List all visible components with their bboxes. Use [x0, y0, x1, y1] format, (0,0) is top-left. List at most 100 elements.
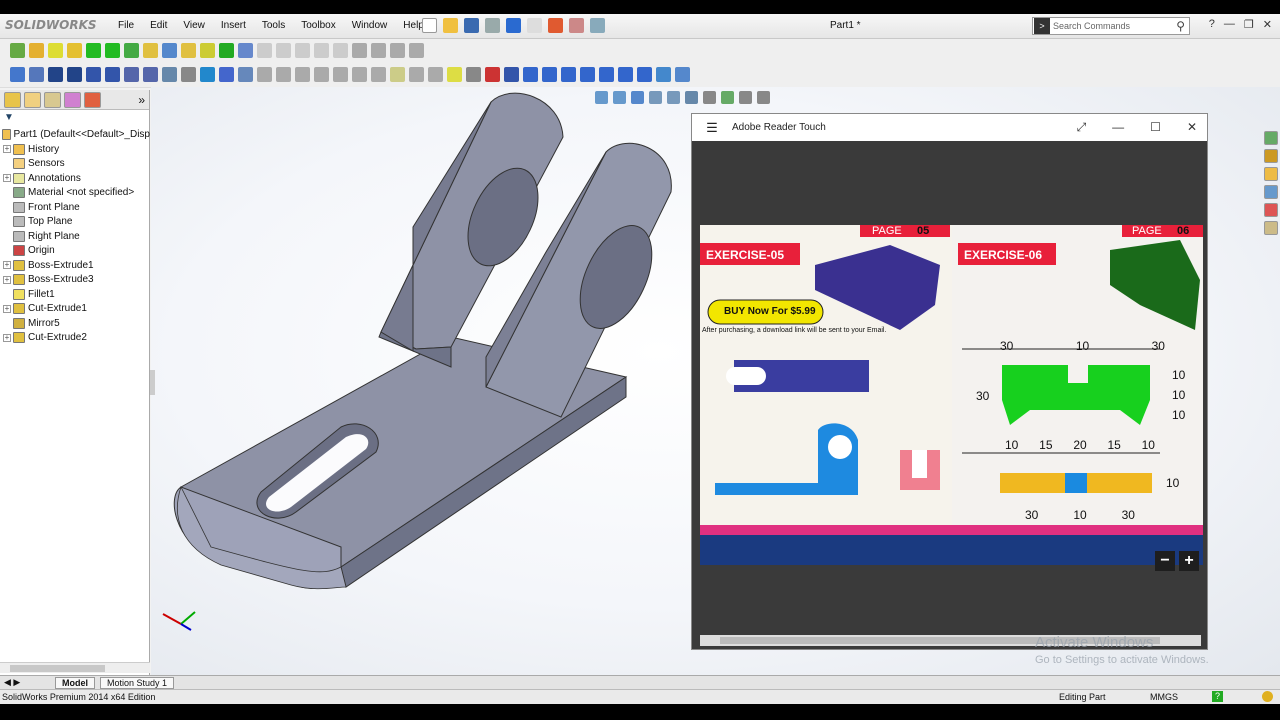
search-commands[interactable]: > Search Commands ⚲: [1032, 17, 1190, 35]
tree-item-material-not-specified-[interactable]: Material <not specified>: [0, 186, 150, 201]
zoom-in-button[interactable]: +: [1179, 551, 1199, 571]
view-tool-icon[interactable]: [667, 91, 680, 104]
sketch-tool-icon[interactable]: [238, 67, 253, 82]
sketch-tool-icon[interactable]: [124, 67, 139, 82]
tree-item-fillet1[interactable]: Fillet1: [0, 287, 150, 302]
feature-tool-icon[interactable]: [200, 43, 215, 58]
sketch-tool-icon[interactable]: [257, 67, 272, 82]
tree-scroll-thumb[interactable]: [10, 665, 105, 672]
sketch-tool-icon[interactable]: [447, 67, 462, 82]
sketch-tool-icon[interactable]: [618, 67, 633, 82]
menu-insert[interactable]: Insert: [213, 20, 254, 31]
sketch-tool-icon[interactable]: [466, 67, 481, 82]
tree-item-history[interactable]: + History: [0, 142, 150, 157]
menu-tools[interactable]: Tools: [254, 20, 293, 31]
feature-tool-icon[interactable]: [86, 43, 101, 58]
view-tool-icon[interactable]: [649, 91, 662, 104]
sketch-tool-icon[interactable]: [181, 67, 196, 82]
sketch-tool-icon[interactable]: [656, 67, 671, 82]
feature-tool-icon[interactable]: [409, 43, 424, 58]
sketch-tool-icon[interactable]: [504, 67, 519, 82]
units-selector[interactable]: MMGS: [1150, 692, 1178, 702]
tree-item-boss-extrude1[interactable]: + Boss-Extrude1: [0, 258, 150, 273]
appearances-icon[interactable]: [1263, 203, 1278, 217]
sketch-tool-icon[interactable]: [200, 67, 215, 82]
view-tool-icon[interactable]: [685, 91, 698, 104]
minimize-icon[interactable]: —: [1224, 18, 1235, 31]
tree-item-right-plane[interactable]: Right Plane: [0, 229, 150, 244]
tree-item-sensors[interactable]: Sensors: [0, 157, 150, 172]
select-icon[interactable]: [527, 18, 542, 33]
close-icon[interactable]: ✕: [1263, 18, 1272, 31]
sketch-tool-icon[interactable]: [162, 67, 177, 82]
tree-item-annotations[interactable]: + Annotations: [0, 171, 150, 186]
zoom-out-button[interactable]: −: [1155, 551, 1175, 571]
feature-tool-icon[interactable]: [314, 43, 329, 58]
file-explorer-icon[interactable]: [1263, 167, 1278, 181]
feature-tool-icon[interactable]: [124, 43, 139, 58]
feature-tool-icon[interactable]: [67, 43, 82, 58]
feature-tool-icon[interactable]: [295, 43, 310, 58]
tree-item-origin[interactable]: Origin: [0, 244, 150, 259]
view-tool-icon[interactable]: [631, 91, 644, 104]
reader-maximize-icon[interactable]: ☐: [1150, 120, 1161, 135]
expand-tabs-icon[interactable]: »: [138, 93, 145, 107]
sketch-tool-icon[interactable]: [675, 67, 690, 82]
view-tool-icon[interactable]: [703, 91, 716, 104]
reader-minimize-icon[interactable]: —: [1112, 120, 1124, 135]
tree-item-top-plane[interactable]: Top Plane: [0, 215, 150, 230]
custom-properties-icon[interactable]: [1263, 221, 1278, 235]
expand-icon[interactable]: +: [3, 261, 11, 270]
menu-view[interactable]: View: [175, 20, 213, 31]
sketch-tool-icon[interactable]: [637, 67, 652, 82]
feature-tool-icon[interactable]: [390, 43, 405, 58]
search-icon[interactable]: ⚲: [1176, 19, 1189, 33]
sketch-tool-icon[interactable]: [428, 67, 443, 82]
restore-icon[interactable]: ❐: [1244, 18, 1254, 31]
menu-file[interactable]: File: [110, 20, 142, 31]
view-tool-icon[interactable]: [757, 91, 770, 104]
sketch-tool-icon[interactable]: [219, 67, 234, 82]
menu-toolbox[interactable]: Toolbox: [293, 20, 343, 31]
sketch-tool-icon[interactable]: [561, 67, 576, 82]
display-manager-tab[interactable]: [84, 91, 101, 108]
sketch-tool-icon[interactable]: [485, 67, 500, 82]
tree-item-cut-extrude2[interactable]: + Cut-Extrude2: [0, 331, 150, 346]
print-icon[interactable]: [485, 18, 500, 33]
expand-icon[interactable]: +: [3, 304, 11, 313]
rebuild-status-icon[interactable]: [1262, 691, 1273, 702]
open-file-icon[interactable]: [443, 18, 458, 33]
sketch-tool-icon[interactable]: [29, 67, 44, 82]
sketch-tool-icon[interactable]: [409, 67, 424, 82]
feature-tool-icon[interactable]: [143, 43, 158, 58]
hamburger-menu-icon[interactable]: ☰: [692, 120, 732, 136]
options-icon[interactable]: [590, 18, 605, 33]
feature-tool-icon[interactable]: [333, 43, 348, 58]
tree-scrollbar[interactable]: [0, 662, 150, 673]
sketch-tool-icon[interactable]: [523, 67, 538, 82]
rebuild-icon[interactable]: [548, 18, 563, 33]
reader-close-icon[interactable]: ✕: [1187, 120, 1197, 135]
tab-scroll-arrows[interactable]: ◀ ▶: [4, 677, 20, 688]
sketch-tool-icon[interactable]: [105, 67, 120, 82]
tree-item-mirror5[interactable]: Mirror5: [0, 316, 150, 331]
view-tool-icon[interactable]: [595, 91, 608, 104]
feature-tool-icon[interactable]: [276, 43, 291, 58]
expand-icon[interactable]: +: [3, 145, 11, 154]
sketch-tool-icon[interactable]: [542, 67, 557, 82]
expand-icon[interactable]: +: [3, 174, 11, 183]
feature-tool-icon[interactable]: [105, 43, 120, 58]
tree-item-cut-extrude1[interactable]: + Cut-Extrude1: [0, 302, 150, 317]
help-icon[interactable]: ?: [1209, 18, 1215, 31]
panel-splitter[interactable]: [150, 370, 155, 395]
sketch-tool-icon[interactable]: [86, 67, 101, 82]
feature-tool-icon[interactable]: [10, 43, 25, 58]
view-tool-icon[interactable]: [739, 91, 752, 104]
tab-motion-study[interactable]: Motion Study 1: [100, 677, 175, 689]
view-palette-icon[interactable]: [1263, 185, 1278, 199]
property-manager-tab[interactable]: [24, 91, 41, 108]
sketch-tool-icon[interactable]: [580, 67, 595, 82]
save-icon[interactable]: [464, 18, 479, 33]
sketch-tool-icon[interactable]: [333, 67, 348, 82]
help-status-icon[interactable]: ?: [1212, 691, 1223, 702]
